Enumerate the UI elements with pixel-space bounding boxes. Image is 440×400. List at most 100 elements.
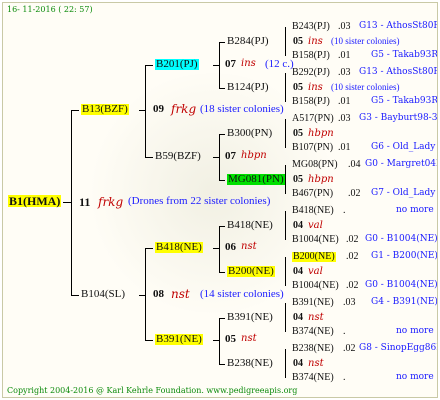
gen4-queen-5[interactable]: A517(PN): [292, 114, 334, 124]
connector: [219, 42, 225, 43]
connector: [285, 303, 286, 332]
gen3-queen-5[interactable]: B418(NE): [227, 220, 273, 231]
gen3-queen-6[interactable]: B200(NE): [227, 266, 275, 277]
gen4-ref-8[interactable]: G7 - Old_Lady: [371, 189, 435, 198]
connector: [71, 110, 79, 111]
gen4-ref-2[interactable]: G5 - Takab93R: [371, 51, 437, 60]
gen4-queen-7[interactable]: MG08(PN): [292, 160, 338, 170]
connector: [285, 211, 286, 240]
gen4-ref-11[interactable]: G1 - B200(NE): [371, 252, 437, 261]
connector: [219, 272, 225, 273]
gen3-drone-note-1: (10 sister colonies): [331, 36, 400, 46]
gen4-queen-8[interactable]: B467(PN): [292, 189, 333, 199]
gen4-queen-15[interactable]: B238(NE): [292, 344, 334, 354]
connector: [145, 248, 146, 340]
gen3-drone-name-5: val: [308, 220, 323, 231]
gen4-score-5: .03: [338, 113, 351, 124]
gen4-ref-5[interactable]: G3 - Bayburt98-3: [359, 114, 437, 123]
connector: [219, 318, 220, 364]
gen4-queen-13[interactable]: B391(NE): [292, 298, 334, 308]
connector: [285, 165, 286, 194]
gen3-queen-2[interactable]: B124(PJ): [227, 82, 269, 93]
gen4-ref-15[interactable]: G8 - SinopEgg86R: [359, 344, 437, 353]
gen3-drone-num-2: 05: [293, 82, 303, 93]
connector: [285, 257, 286, 286]
gen2-queen-2[interactable]: B59(BZF): [155, 151, 201, 162]
gen2-drone-name-3: nst: [241, 241, 257, 252]
gen3-drone-name-8: nst: [308, 358, 324, 369]
gen3-queen-7[interactable]: B391(NE): [227, 312, 273, 323]
gen4-queen-12[interactable]: B1004(NE): [292, 281, 339, 291]
connector: [285, 119, 286, 148]
connector: [213, 340, 219, 341]
connector: [71, 295, 79, 296]
gen2-queen-4[interactable]: B391(NE): [155, 334, 203, 345]
gen2-drone-num-1: 07: [225, 58, 236, 70]
gen2-drone-name-4: nst: [241, 333, 257, 344]
gen1-queen-1[interactable]: B13(BZF): [81, 104, 129, 115]
gen4-score-4: .01: [338, 96, 351, 107]
gen2-drone-num-4: 05: [225, 333, 236, 345]
gen4-score-10: .02: [346, 234, 359, 245]
gen2-drone-note-1: (12 c.): [265, 58, 294, 70]
gen2-queen-3[interactable]: B418(NE): [155, 242, 203, 253]
gen4-queen-3[interactable]: B292(PJ): [292, 68, 330, 78]
gen3-drone-num-1: 05: [293, 36, 303, 47]
gen4-queen-1[interactable]: B243(PJ): [292, 22, 330, 32]
gen4-queen-14[interactable]: B374(NE): [292, 327, 334, 337]
gen1-drone-note-2: (14 sister colonies): [200, 288, 284, 300]
connector: [213, 248, 219, 249]
gen4-score-12: .02: [346, 280, 359, 291]
gen1-queen-2[interactable]: B104(SL): [81, 289, 125, 300]
root-drone-num: 11: [79, 195, 91, 209]
root-drone-name: frkg: [98, 195, 124, 209]
gen4-queen-10[interactable]: B1004(NE): [292, 235, 339, 245]
gen4-score-1: .03: [338, 21, 351, 32]
gen4-ref-1[interactable]: G13 - AthosSt80R: [359, 22, 437, 31]
gen4-queen-6[interactable]: B107(PN): [292, 143, 333, 153]
copyright-footer: Copyright 2004-2016 @ Karl Kehrle Founda…: [7, 386, 298, 395]
gen4-ref-3[interactable]: G13 - AthosSt80R: [359, 68, 437, 77]
connector: [145, 157, 153, 158]
root-queen[interactable]: B1(HMA): [8, 195, 62, 207]
gen3-drone-num-6: 04: [293, 266, 303, 277]
gen4-ref-7[interactable]: G0 - Margret04R: [365, 160, 437, 169]
connector: [145, 65, 146, 157]
gen4-ref-9[interactable]: no more: [396, 206, 434, 215]
gen4-score-9: .: [343, 205, 346, 216]
gen4-queen-4[interactable]: B158(PJ): [292, 97, 330, 107]
connector: [219, 134, 220, 180]
gen4-queen-2[interactable]: B158(PJ): [292, 51, 330, 61]
gen2-drone-name-1: ins: [241, 58, 256, 69]
gen2-queen-1[interactable]: B201(PJ): [155, 59, 199, 70]
connector: [145, 340, 153, 341]
gen2-drone-num-2: 07: [225, 150, 236, 162]
gen4-score-2: .01: [338, 50, 351, 61]
gen3-queen-8[interactable]: B238(NE): [227, 358, 273, 369]
connector: [219, 134, 225, 135]
gen4-ref-10[interactable]: G0 - B1004(NE): [365, 235, 437, 244]
gen4-ref-16[interactable]: no more: [396, 373, 434, 382]
gen4-ref-13[interactable]: G4 - B391(NE): [371, 298, 437, 307]
gen3-queen-3[interactable]: B300(PN): [227, 128, 272, 139]
connector: [219, 88, 225, 89]
gen2-drone-num-3: 06: [225, 241, 236, 253]
gen4-queen-9[interactable]: B418(NE): [292, 206, 334, 216]
gen4-queen-11[interactable]: B200(NE): [292, 252, 336, 262]
gen4-ref-4[interactable]: G5 - Takab93R: [371, 97, 437, 106]
connector: [145, 65, 153, 66]
gen4-ref-12[interactable]: G0 - B1004(NE): [365, 281, 437, 290]
gen4-score-7: .04: [348, 159, 361, 170]
connector: [219, 42, 220, 88]
gen4-queen-16[interactable]: B374(NE): [292, 373, 334, 383]
gen4-ref-6[interactable]: G6 - Old_Lady: [371, 143, 435, 152]
gen1-drone-name-1: frkg: [171, 102, 197, 116]
gen3-queen-4[interactable]: MG081(PN): [227, 174, 285, 185]
gen4-score-16: .: [343, 372, 346, 383]
connector: [219, 180, 225, 181]
gen4-ref-14[interactable]: no more: [396, 327, 434, 336]
pedigree-frame: 16- 11-2016 ( 22: 57) B1(HMA) 11 frkg (D…: [2, 2, 438, 398]
gen4-score-8: .02: [348, 188, 361, 199]
gen3-queen-1[interactable]: B284(PJ): [227, 36, 269, 47]
gen3-drone-num-8: 04: [293, 358, 303, 369]
